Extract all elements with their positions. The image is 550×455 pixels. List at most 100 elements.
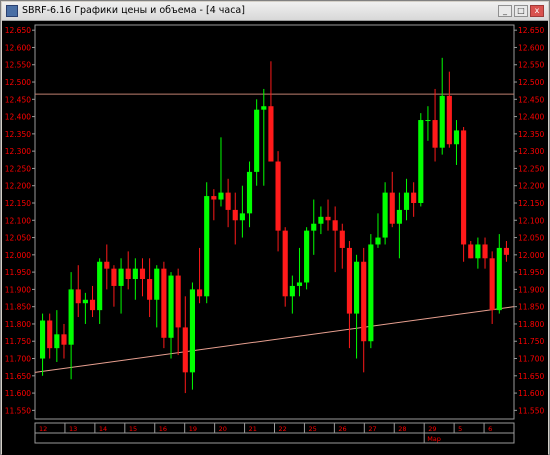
candle-body [132, 268, 138, 280]
y-tick-label-right: 11.800 [518, 320, 544, 329]
candle-body [82, 299, 88, 304]
y-tick-label-right: 12.200 [518, 182, 544, 191]
candle-body [196, 289, 203, 297]
y-tick-label-right: 12.100 [518, 216, 544, 225]
candle-body [432, 120, 438, 148]
candle-body [139, 268, 146, 280]
candle-body [403, 192, 410, 210]
candle-body [475, 244, 481, 259]
y-tick-label-left: 11.700 [5, 355, 31, 364]
y-tick-label-right: 12.500 [518, 78, 544, 87]
trendline [34, 306, 515, 373]
y-tick-label-left: 11.850 [5, 303, 31, 312]
title-bar[interactable]: SBRF-6.16 Графики цены и объема - [4 час… [2, 2, 548, 21]
date-label: 21 [249, 425, 257, 433]
y-tick-label-left: 11.650 [5, 372, 31, 381]
y-tick-label-left: 12.650 [5, 26, 31, 35]
y-tick-label-left: 12.150 [5, 199, 31, 208]
candle-body [446, 95, 452, 145]
y-tick-label-left: 11.600 [5, 389, 31, 398]
candle-body [218, 192, 224, 200]
candle-body [382, 192, 388, 238]
date-label: 6 [488, 425, 492, 433]
candle-body [182, 327, 188, 373]
candle-body [346, 247, 353, 314]
y-tick-label-right: 12.000 [518, 251, 544, 260]
candle-body [239, 213, 245, 221]
y-tick-label-left: 12.200 [5, 182, 31, 191]
y-tick-label-right: 12.400 [518, 113, 544, 122]
date-label: 22 [279, 425, 287, 433]
candle-body [503, 247, 510, 255]
candle-body [211, 196, 217, 200]
date-label: 15 [129, 425, 137, 433]
candle-body [147, 279, 153, 300]
candle-body [75, 289, 81, 304]
y-tick-label-left: 11.800 [5, 320, 31, 329]
y-tick-label-left: 12.400 [5, 113, 31, 122]
candle-body [261, 106, 267, 110]
candle-body [232, 209, 238, 221]
date-label: 28 [398, 425, 406, 433]
candle-body [175, 275, 181, 328]
candle-body [97, 261, 103, 311]
candle-body [39, 320, 46, 359]
candle-body [361, 261, 367, 342]
maximize-button[interactable]: □ [514, 5, 528, 17]
y-tick-label-right: 11.700 [518, 355, 544, 364]
date-label: 19 [189, 425, 197, 433]
chart-area[interactable]: 12.650 12.650 12.600 12.600 12.550 12.550 12.5… [2, 21, 548, 455]
y-tick-label-left: 12.250 [5, 164, 31, 173]
candle-body [296, 282, 303, 286]
y-tick-label-right: 12.250 [518, 164, 544, 173]
candle-body [125, 268, 131, 280]
date-label: 27 [368, 425, 376, 433]
candle-body [353, 261, 360, 314]
y-tick-label-right: 11.600 [518, 389, 544, 398]
y-tick-label-left: 12.600 [5, 43, 31, 52]
y-tick-label-left: 12.300 [5, 147, 31, 156]
candle-body [275, 161, 281, 231]
y-tick-label-right: 11.550 [518, 406, 544, 415]
candle-body [461, 130, 467, 245]
candle-body [47, 320, 53, 349]
close-button[interactable]: x [530, 5, 544, 17]
candle-body [396, 209, 402, 224]
candle-body [311, 223, 317, 231]
date-label: 26 [338, 425, 346, 433]
candle-body [375, 237, 381, 245]
candle-body [411, 192, 417, 203]
y-tick-label-left: 12.100 [5, 216, 31, 225]
y-tick-label-right: 11.950 [518, 268, 544, 277]
chart-window: SBRF-6.16 Графики цены и объема - [4 час… [0, 0, 550, 455]
candle-body [439, 95, 445, 148]
y-tick-label-right: 12.050 [518, 234, 544, 243]
minimize-button[interactable]: _ [498, 5, 512, 17]
candle-body [104, 261, 110, 269]
month-axis-frame [34, 432, 515, 444]
y-tick-label-left: 11.750 [5, 337, 31, 346]
candlestick-chart[interactable]: 12.650 12.650 12.600 12.600 12.550 12.550 12.5… [2, 21, 548, 455]
y-tick-label-right: 11.900 [518, 285, 544, 294]
candle-body [332, 220, 338, 231]
y-tick-label-left: 12.550 [5, 61, 31, 70]
candle-body [482, 244, 488, 259]
candle-body [189, 289, 196, 373]
candle-body [282, 230, 288, 297]
candle-body [154, 268, 160, 300]
candle-body [318, 216, 324, 224]
y-tick-label-left: 12.450 [5, 95, 31, 104]
candle-body [453, 130, 460, 145]
window-title: SBRF-6.16 Графики цены и объема - [4 час… [22, 5, 245, 16]
y-tick-label-left: 11.950 [5, 268, 31, 277]
candle-body [425, 120, 431, 122]
candle-body [61, 334, 67, 345]
date-label: 5 [458, 425, 462, 433]
y-tick-label-right: 11.650 [518, 372, 544, 381]
y-tick-label-left: 11.550 [5, 406, 31, 415]
candle-body [268, 106, 274, 162]
y-tick-label-right: 12.350 [518, 130, 544, 139]
candle-body [489, 258, 495, 311]
candle-body [339, 230, 345, 248]
y-tick-label-left: 12.050 [5, 234, 31, 243]
